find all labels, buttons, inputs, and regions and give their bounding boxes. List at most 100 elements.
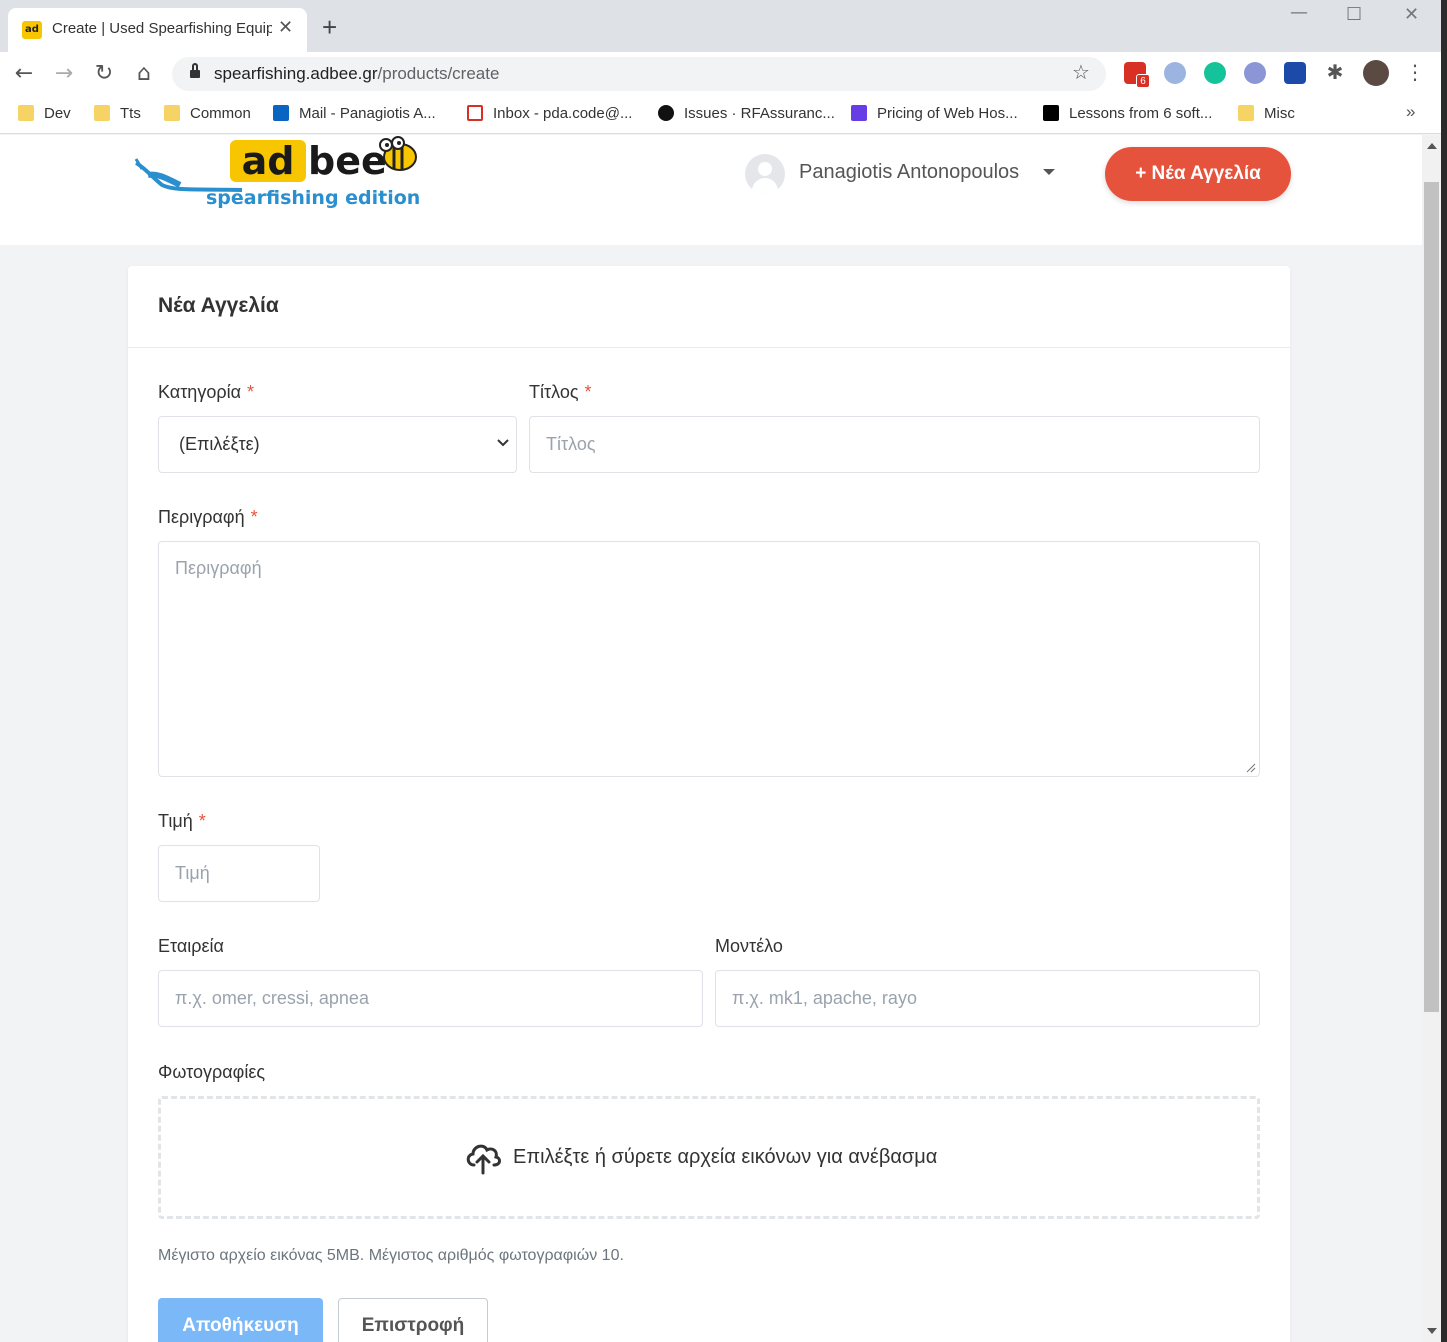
logo-ad: ad	[230, 140, 306, 182]
bookmark-star-icon[interactable]: ☆	[1072, 60, 1090, 84]
hostinger-icon	[851, 105, 867, 121]
browser-tabstrip: ad Create | Used Spearfishing Equipment …	[0, 0, 1441, 52]
bookmark-item[interactable]: Dev	[18, 105, 71, 122]
company-placeholder: π.χ. omer, cressi, apnea	[175, 988, 369, 1008]
bookmark-item[interactable]: Pricing of Web Hos...	[851, 105, 1018, 122]
url-text: spearfishing.adbee.gr/products/create	[214, 64, 499, 84]
category-select-value: (Επιλέξτε)	[179, 434, 260, 454]
adjacent-window-edge	[1441, 0, 1447, 1342]
price-label-text: Τιμή	[158, 811, 193, 831]
more-bookmarks-icon[interactable]: »	[1406, 102, 1415, 122]
settings-extension-icon[interactable]	[1244, 62, 1266, 84]
resize-handle-icon[interactable]	[1246, 763, 1256, 773]
title-placeholder: Τίτλος	[546, 434, 596, 454]
price-input[interactable]: Τιμή	[158, 845, 320, 902]
trello-extension-icon[interactable]	[1284, 62, 1306, 84]
site-logo[interactable]: ad bee spearfishing edition	[134, 135, 434, 220]
bookmark-label: Misc	[1264, 105, 1295, 122]
photos-label: Φωτογραφίες	[158, 1062, 266, 1082]
bookmark-label: Lessons from 6 soft...	[1069, 105, 1213, 122]
bookmark-item[interactable]: Lessons from 6 soft...	[1043, 105, 1212, 122]
gmail-badge: 6	[1136, 74, 1150, 88]
user-avatar[interactable]	[745, 154, 785, 194]
grammarly-icon[interactable]	[1204, 62, 1226, 84]
browser-tab[interactable]: ad Create | Used Spearfishing Equipment …	[8, 8, 307, 52]
bookmark-item[interactable]: Misc	[1238, 105, 1295, 122]
bookmark-item[interactable]: Issues · RFAssuranc...	[658, 105, 835, 122]
company-input[interactable]: π.χ. omer, cressi, apnea	[158, 970, 703, 1027]
description-textarea[interactable]: Περιγραφή	[158, 541, 1260, 777]
address-bar[interactable]: spearfishing.adbee.gr/products/create ☆	[172, 57, 1106, 91]
profile-avatar[interactable]	[1363, 60, 1389, 86]
browser-menu-icon[interactable]: ⋮	[1404, 62, 1426, 84]
maximize-window-icon[interactable]: ☐	[1346, 4, 1362, 25]
caret-down-icon[interactable]	[1043, 169, 1055, 175]
model-input[interactable]: π.χ. mk1, apache, rayo	[715, 970, 1260, 1027]
description-placeholder: Περιγραφή	[175, 558, 262, 578]
model-label: Μοντέλο	[715, 936, 783, 956]
new-ad-button[interactable]: + Νέα Αγγελία	[1105, 147, 1291, 201]
new-tab-icon[interactable]: +	[322, 14, 337, 40]
title-label: Τίτλος *	[529, 382, 592, 403]
bookmark-label: Dev	[44, 105, 71, 122]
price-label: Τιμή *	[158, 811, 206, 832]
new-ad-form-card: Νέα Αγγελία Κατηγορία * (Επιλέξτε) Τίτλος…	[128, 266, 1290, 1342]
folder-icon	[94, 105, 110, 121]
gmail-extension-icon[interactable]: 6	[1124, 62, 1150, 88]
outlook-icon	[273, 105, 289, 121]
bookmark-label: Common	[190, 105, 251, 122]
bookmark-label: Inbox - pda.code@...	[493, 105, 633, 122]
reload-icon[interactable]: ↻	[91, 61, 117, 87]
bookmark-item[interactable]: Mail - Panagiotis A...	[273, 105, 436, 122]
scroll-up-icon[interactable]	[1427, 143, 1437, 149]
back-icon[interactable]: ←	[11, 61, 37, 87]
bookmark-item[interactable]: Common	[164, 105, 251, 122]
minimize-window-icon[interactable]: —	[1290, 2, 1308, 23]
home-icon[interactable]: ⌂	[131, 61, 157, 87]
close-window-icon[interactable]: ✕	[1404, 4, 1419, 25]
web-page: ad bee spearfishing edition Panagiotis A…	[0, 135, 1422, 1342]
photo-dropzone[interactable]: Επιλέξτε ή σύρετε αρχεία εικόνων για ανέ…	[158, 1096, 1260, 1219]
logo-subtitle: spearfishing edition	[206, 187, 421, 209]
title-label-text: Τίτλος	[529, 382, 579, 402]
close-tab-icon[interactable]: ✕	[278, 17, 293, 38]
folder-icon	[164, 105, 180, 121]
category-select[interactable]: (Επιλέξτε)	[158, 416, 517, 473]
bookmark-item[interactable]: Tts	[94, 105, 141, 122]
scrollbar-thumb[interactable]	[1424, 182, 1439, 1012]
back-button[interactable]: Επιστροφή	[338, 1298, 488, 1342]
bookmark-item[interactable]: Inbox - pda.code@...	[467, 105, 632, 122]
required-mark: *	[250, 507, 258, 527]
lock-icon	[190, 63, 200, 79]
medium-icon	[1043, 105, 1059, 121]
gmail-icon	[467, 105, 483, 121]
user-menu-name[interactable]: Panagiotis Antonopoulos	[799, 161, 1019, 184]
bookmark-label: Tts	[120, 105, 141, 122]
tab-title: Create | Used Spearfishing Equipment	[52, 20, 272, 37]
bookmark-label: Issues · RFAssuranc...	[684, 105, 835, 122]
folder-icon	[1238, 105, 1254, 121]
required-mark: *	[584, 382, 592, 402]
url-host: spearfishing.adbee.gr	[214, 64, 378, 83]
adbee-favicon-icon: ad	[22, 21, 42, 39]
extensions-puzzle-icon[interactable]: ✱	[1324, 62, 1346, 84]
folder-icon	[18, 105, 34, 121]
description-label: Περιγραφή *	[158, 507, 258, 528]
browser-toolbar: ← → ↻ ⌂ spearfishing.adbee.gr/products/c…	[0, 52, 1441, 96]
dropzone-text: Επιλέξτε ή σύρετε αρχεία εικόνων για ανέ…	[513, 1146, 938, 1168]
page-scrollbar[interactable]	[1422, 135, 1441, 1342]
card-header: Νέα Αγγελία	[128, 266, 1290, 348]
save-button[interactable]: Αποθήκευση	[158, 1298, 323, 1342]
bookmarks-bar: Dev Tts Common Mail - Panagiotis A... In…	[0, 96, 1441, 134]
github-icon	[658, 105, 674, 121]
price-placeholder: Τιμή	[175, 863, 210, 883]
company-label: Εταιρεία	[158, 936, 224, 956]
required-mark: *	[246, 382, 254, 402]
extension-icon[interactable]	[1164, 62, 1186, 84]
bookmark-label: Mail - Panagiotis A...	[299, 105, 436, 122]
forward-icon[interactable]: →	[51, 61, 77, 87]
title-input[interactable]: Τίτλος	[529, 416, 1260, 473]
scroll-down-icon[interactable]	[1427, 1328, 1437, 1334]
cloud-upload-icon	[466, 1144, 501, 1175]
photos-help-text: Μέγιστο αρχείο εικόνας 5MB. Μέγιστος αρι…	[158, 1247, 624, 1264]
